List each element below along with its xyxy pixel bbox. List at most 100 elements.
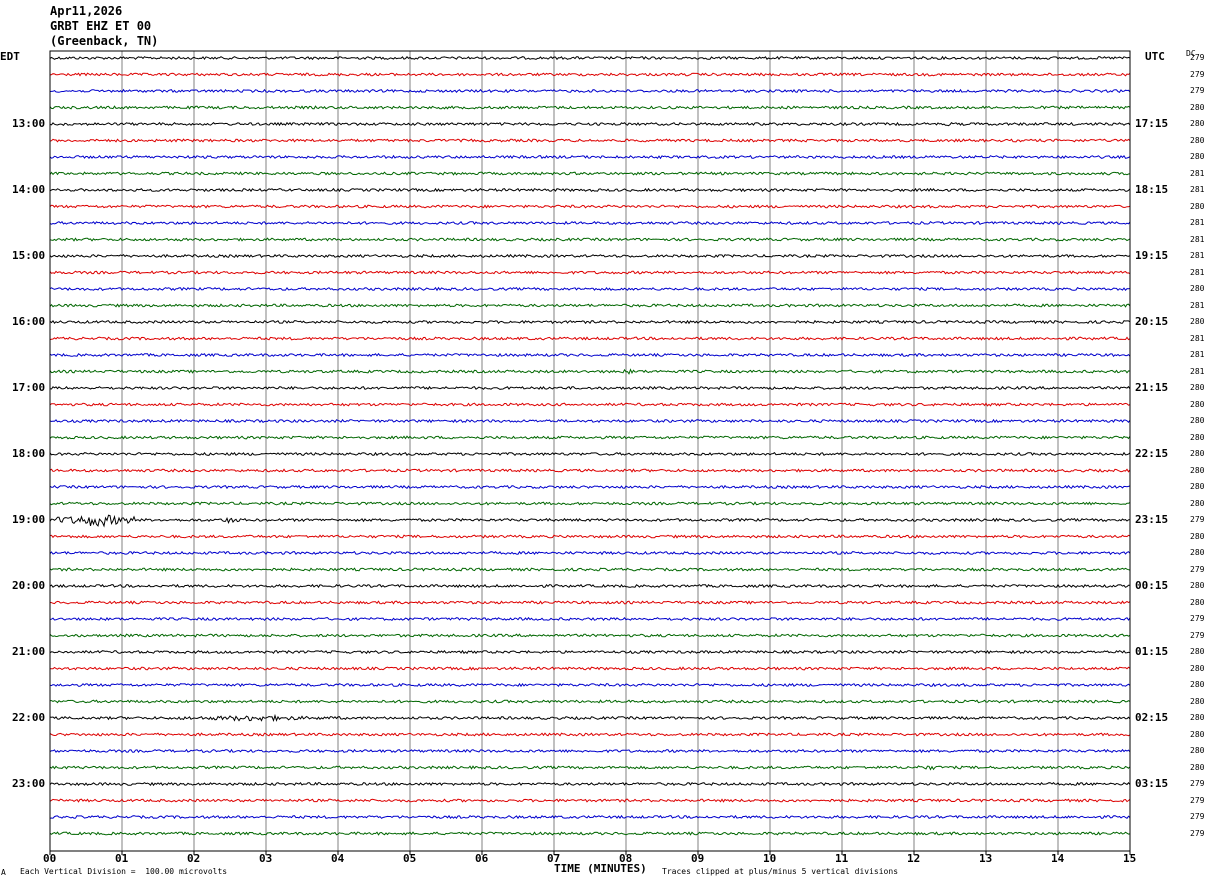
dc-offset-label: 281 bbox=[1190, 251, 1205, 260]
trace-row-28 bbox=[49, 514, 1131, 528]
x-tick-label-12: 12 bbox=[907, 852, 921, 865]
dc-offset-label: 279 bbox=[1190, 53, 1205, 62]
x-tick-label-05: 05 bbox=[403, 852, 417, 865]
dc-offset-label: 281 bbox=[1190, 366, 1205, 376]
right-hour-label: 00:15 bbox=[1135, 579, 1169, 592]
trace-row-34 bbox=[49, 616, 1131, 622]
dc-offset-label: 279 bbox=[1190, 69, 1205, 79]
left-hour-label: 23:00 bbox=[12, 777, 46, 790]
trace-row-24 bbox=[49, 451, 1131, 457]
dc-offset-label: 280 bbox=[1190, 152, 1205, 161]
scale-note: Each Vertical Division = 100.00 microvol… bbox=[20, 867, 228, 876]
x-tick-label-03: 03 bbox=[259, 852, 273, 865]
dc-offset-label: 280 bbox=[1190, 548, 1205, 557]
trace-row-26 bbox=[49, 484, 1131, 490]
dc-offset-label: 281 bbox=[1190, 300, 1205, 310]
dc-offset-label: 281 bbox=[1190, 185, 1205, 194]
trace-row-40 bbox=[49, 713, 1131, 722]
dc-offset-label: 280 bbox=[1190, 663, 1205, 673]
dc-offset-label: 281 bbox=[1190, 350, 1205, 359]
x-axis-ticks bbox=[49, 851, 1131, 855]
right-hour-label: 23:15 bbox=[1135, 513, 1169, 526]
trace-row-32 bbox=[49, 583, 1130, 589]
trace-row-16 bbox=[49, 319, 1131, 325]
dc-offset-label: 280 bbox=[1190, 531, 1205, 541]
dc-offset-label: 279 bbox=[1190, 828, 1205, 838]
x-tick-label-14: 14 bbox=[1051, 852, 1065, 865]
left-hour-label: 22:00 bbox=[12, 711, 46, 724]
dc-offset-label: 280 bbox=[1190, 680, 1205, 689]
dc-offset-label: 281 bbox=[1190, 168, 1205, 178]
x-tick-label-11: 11 bbox=[835, 852, 849, 865]
x-tick-label-02: 02 bbox=[187, 852, 201, 865]
trace-row-3 bbox=[49, 105, 1131, 110]
dc-offset-label: 280 bbox=[1190, 201, 1205, 211]
right-hour-label: 22:15 bbox=[1135, 447, 1169, 460]
dc-offset-label: 280 bbox=[1190, 383, 1205, 392]
x-tick-label-10: 10 bbox=[763, 852, 777, 865]
left-hour-label: 21:00 bbox=[12, 645, 46, 658]
trace-row-14 bbox=[49, 286, 1131, 292]
trace-row-44 bbox=[49, 781, 1131, 787]
dc-offset-label: 280 bbox=[1190, 449, 1205, 458]
trace-row-13 bbox=[49, 270, 1131, 275]
dc-offset-label: 280 bbox=[1190, 597, 1205, 607]
trace-row-23 bbox=[49, 435, 1131, 440]
dc-offset-label: 280 bbox=[1190, 432, 1205, 442]
seismic-traces bbox=[49, 55, 1131, 836]
trace-row-8 bbox=[49, 187, 1131, 193]
dc-offset-label: 280 bbox=[1190, 581, 1205, 590]
right-hour-label: 17:15 bbox=[1135, 117, 1169, 130]
trace-row-7 bbox=[49, 171, 1131, 176]
left-hour-label: 14:00 bbox=[12, 183, 46, 196]
dc-offset-label: 280 bbox=[1190, 696, 1205, 706]
right-hour-label: 01:15 bbox=[1135, 645, 1169, 658]
trace-row-20 bbox=[49, 385, 1131, 391]
trace-row-11 bbox=[49, 237, 1131, 242]
trace-row-43 bbox=[49, 765, 1131, 771]
plot-frame bbox=[49, 50, 1131, 852]
dc-offset-label: 280 bbox=[1190, 482, 1205, 491]
left-hour-label: 15:00 bbox=[12, 249, 46, 262]
trace-row-27 bbox=[49, 501, 1131, 506]
dc-offset-label: 281 bbox=[1190, 218, 1205, 227]
trace-row-35 bbox=[49, 633, 1131, 638]
x-tick-label-06: 06 bbox=[475, 852, 489, 865]
trace-row-5 bbox=[49, 138, 1131, 143]
dc-offset-label: 280 bbox=[1190, 119, 1205, 128]
trace-row-37 bbox=[49, 666, 1131, 671]
left-hour-label: 20:00 bbox=[12, 579, 46, 592]
trace-row-42 bbox=[49, 748, 1131, 754]
trace-row-22 bbox=[49, 418, 1131, 424]
left-hour-label: 17:00 bbox=[12, 381, 46, 394]
trace-row-36 bbox=[49, 649, 1131, 655]
dc-offset-label: 281 bbox=[1190, 267, 1205, 277]
dc-offset-label: 279 bbox=[1190, 812, 1205, 821]
trace-row-33 bbox=[49, 600, 1131, 605]
trace-row-6 bbox=[49, 154, 1131, 160]
dc-offset-label: 279 bbox=[1190, 630, 1205, 640]
trace-row-17 bbox=[49, 336, 1131, 341]
right-hour-label: 03:15 bbox=[1135, 777, 1169, 790]
trace-row-25 bbox=[49, 468, 1131, 473]
dc-offset-label: 280 bbox=[1190, 399, 1205, 409]
x-tick-label-09: 09 bbox=[691, 852, 705, 865]
dc-offset-label: 280 bbox=[1190, 102, 1205, 112]
x-tick-label-13: 13 bbox=[979, 852, 993, 865]
corner-mark: A bbox=[1, 868, 6, 877]
trace-row-4 bbox=[49, 121, 1131, 127]
dc-offset-label: 280 bbox=[1190, 647, 1205, 656]
dc-offset-label: 279 bbox=[1190, 779, 1205, 788]
dc-offset-label: 280 bbox=[1190, 284, 1205, 293]
dc-offset-label: 281 bbox=[1190, 234, 1205, 244]
dc-offset-label: 279 bbox=[1190, 614, 1205, 623]
trace-row-41 bbox=[49, 732, 1131, 737]
x-tick-label-04: 04 bbox=[331, 852, 345, 865]
right-hour-label: 19:15 bbox=[1135, 249, 1169, 262]
dc-offset-label: 279 bbox=[1190, 564, 1205, 574]
trace-row-12 bbox=[49, 253, 1131, 259]
dc-offset-label: 280 bbox=[1190, 746, 1205, 755]
right-hour-label: 21:15 bbox=[1135, 381, 1169, 394]
dc-offset-label: 280 bbox=[1190, 416, 1205, 425]
trace-row-38 bbox=[49, 682, 1131, 688]
